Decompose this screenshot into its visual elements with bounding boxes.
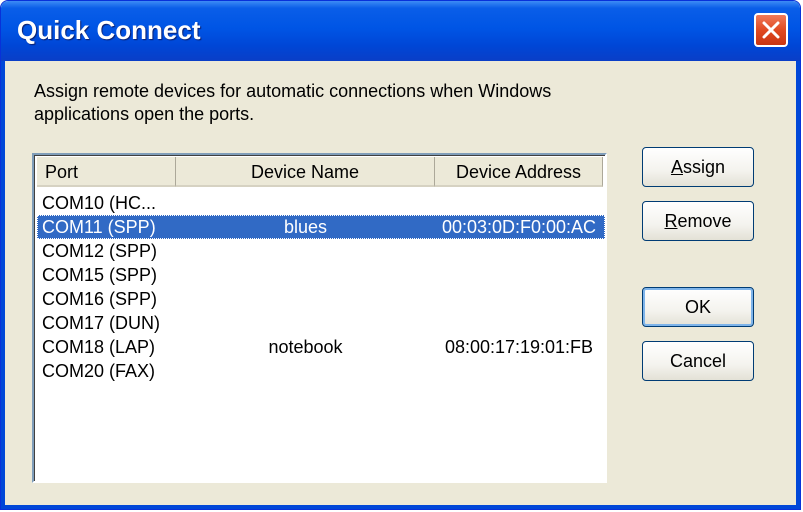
window-title: Quick Connect xyxy=(17,15,201,45)
list-item[interactable]: COM10 (HC... xyxy=(37,191,605,215)
list-item[interactable]: COM16 (SPP) xyxy=(37,287,605,311)
description-text: Assign remote devices for automatic conn… xyxy=(34,81,552,124)
list-rows: COM10 (HC... COM11 (SPP) blues 00:03:0D:F0:… xyxy=(37,191,605,383)
port-cell: COM12 (SPP) xyxy=(42,241,158,261)
device-address-cell: 08:00:17:19:01:FB xyxy=(444,337,594,357)
title-bar[interactable]: Quick Connect xyxy=(1,1,800,61)
assign-mnemonic: A xyxy=(670,157,683,177)
window-frame-right xyxy=(796,61,800,509)
column-header-device-address[interactable]: Device Address xyxy=(435,157,603,187)
remove-mnemonic: R xyxy=(664,211,678,231)
port-list[interactable]: Port Device Name Device Address COM10 (H… xyxy=(32,153,607,483)
device-name-cell: notebook xyxy=(268,337,343,357)
ok-button[interactable]: OK xyxy=(642,287,754,327)
port-cell: COM17 (DUN) xyxy=(42,313,161,333)
quick-connect-dialog: Quick Connect Assign remote devices for … xyxy=(0,0,801,510)
remove-button[interactable]: Remove xyxy=(642,201,754,241)
window-frame-left xyxy=(1,61,5,509)
port-cell: COM18 (LAP) xyxy=(42,337,156,357)
column-header-device-name[interactable]: Device Name xyxy=(176,157,435,187)
list-item[interactable]: COM20 (FAX) xyxy=(37,359,605,383)
cancel-button[interactable]: Cancel xyxy=(642,341,754,381)
port-cell: COM11 (SPP) xyxy=(42,217,156,237)
port-cell: COM10 (HC... xyxy=(42,193,157,213)
device-name-cell: blues xyxy=(283,217,328,237)
list-item[interactable]: COM11 (SPP) blues 00:03:0D:F0:00:AC xyxy=(37,215,605,239)
list-item[interactable]: COM17 (DUN) xyxy=(37,311,605,335)
window-frame-bottom xyxy=(1,505,800,509)
device-address-cell: 00:03:0D:F0:00:AC xyxy=(441,217,597,237)
list-item[interactable]: COM15 (SPP) xyxy=(37,263,605,287)
assign-label-rest: ssign xyxy=(682,157,726,177)
column-header-port[interactable]: Port xyxy=(37,157,176,187)
list-header: Port Device Name Device Address xyxy=(37,157,605,187)
remove-label-rest: emove xyxy=(677,211,732,231)
close-icon xyxy=(762,21,780,39)
list-item[interactable]: COM18 (LAP) notebook 08:00:17:19:01:FB xyxy=(37,335,605,359)
close-button[interactable] xyxy=(754,13,788,47)
port-cell: COM15 (SPP) xyxy=(42,265,158,285)
port-cell: COM20 (FAX) xyxy=(42,361,156,381)
port-cell: COM16 (SPP) xyxy=(42,289,158,309)
assign-button[interactable]: Assign xyxy=(642,147,754,187)
list-item[interactable]: COM12 (SPP) xyxy=(37,239,605,263)
